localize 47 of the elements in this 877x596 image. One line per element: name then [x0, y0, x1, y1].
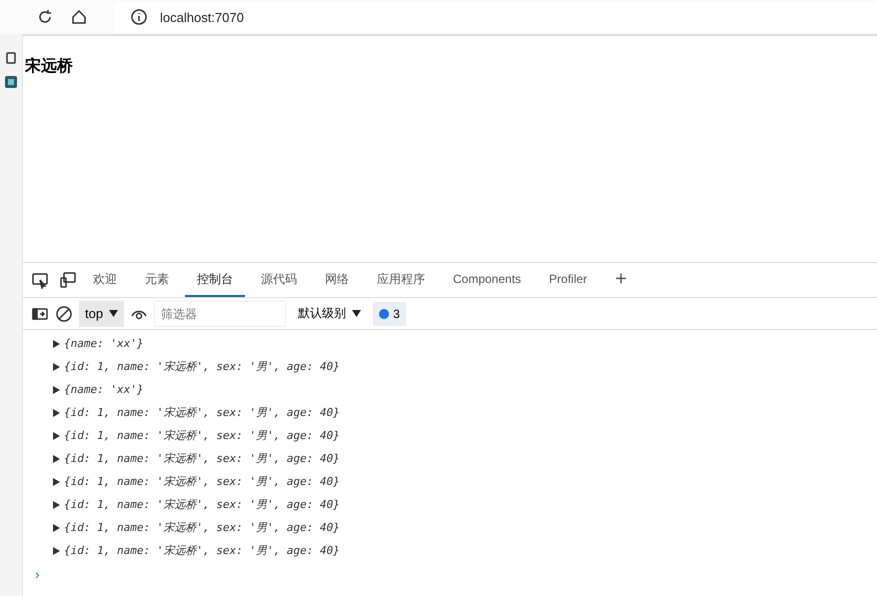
home-icon[interactable]: [70, 8, 88, 26]
console-entry: {name: 'xx'}: [64, 383, 144, 396]
devtools-tab[interactable]: 网络: [313, 263, 361, 297]
message-count-button[interactable]: 3: [373, 302, 406, 326]
devtools-tab[interactable]: Components: [441, 263, 534, 297]
page-heading: 宋远桥: [25, 56, 73, 77]
dropdown-arrow-icon: [109, 310, 118, 317]
console-entry: {id: 1, name: '宋远桥', sex: '男', age: 40}: [64, 543, 340, 558]
console-entry: {id: 1, name: '宋远桥', sex: '男', age: 40}: [64, 359, 340, 374]
devtools-tab[interactable]: 应用程序: [365, 263, 437, 297]
console-entry: {id: 1, name: '宋远桥', sex: '男', age: 40}: [64, 428, 340, 443]
expand-arrow-icon[interactable]: [53, 478, 60, 486]
add-tab-button[interactable]: +: [603, 263, 639, 297]
expand-arrow-icon[interactable]: [53, 432, 60, 440]
devtools-tab[interactable]: 源代码: [249, 263, 309, 297]
address-bar[interactable]: localhost:7070: [114, 2, 877, 32]
info-icon: [130, 8, 148, 26]
expand-arrow-icon[interactable]: [53, 454, 60, 462]
console-entry: {id: 1, name: '宋远桥', sex: '男', age: 40}: [64, 474, 340, 489]
clear-icon[interactable]: [55, 304, 73, 322]
message-icon: [379, 308, 390, 318]
expand-arrow-icon[interactable]: [53, 386, 60, 394]
devtools-tab[interactable]: 控制台: [185, 263, 245, 297]
console-entry: {id: 1, name: '宋远桥', sex: '男', age: 40}: [64, 497, 340, 512]
console-entry: {id: 1, name: '宋远桥', sex: '男', age: 40}: [64, 520, 340, 535]
devtools-tab[interactable]: Profiler: [537, 263, 600, 297]
expand-arrow-icon[interactable]: [53, 524, 60, 532]
device-icon[interactable]: [59, 271, 77, 289]
filter-field[interactable]: 筛选器: [154, 300, 286, 326]
log-level-select[interactable]: 默认级别: [292, 305, 368, 322]
app-icon[interactable]: [5, 76, 17, 88]
devtools-tab[interactable]: 欢迎: [81, 263, 129, 297]
expand-arrow-icon[interactable]: [53, 408, 60, 416]
expand-arrow-icon[interactable]: [53, 546, 60, 554]
devtools-tab[interactable]: 元素: [133, 263, 181, 297]
console-prompt[interactable]: ›: [23, 566, 40, 582]
url-text: localhost:7070: [160, 10, 244, 24]
expand-arrow-icon[interactable]: [53, 500, 60, 508]
console-entry: {id: 1, name: '宋远桥', sex: '男', age: 40}: [64, 405, 340, 420]
console-entry: {name: 'xx'}: [64, 337, 144, 350]
expand-arrow-icon[interactable]: [53, 362, 60, 370]
dropdown-arrow-icon: [352, 310, 362, 317]
context-select[interactable]: top: [79, 300, 124, 326]
tab-icon[interactable]: [6, 52, 16, 64]
inspect-icon[interactable]: [31, 271, 49, 289]
expand-arrow-icon[interactable]: [53, 340, 60, 348]
console-entry: {id: 1, name: '宋远桥', sex: '男', age: 40}: [64, 451, 340, 466]
